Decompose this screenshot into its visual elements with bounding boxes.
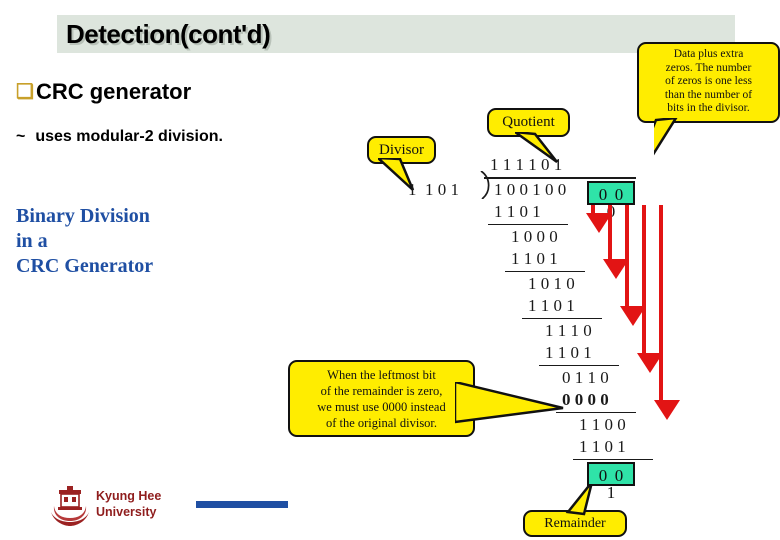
remainder-bit-2: 1 <box>606 483 616 502</box>
division-row: 1 1 0 1 <box>511 249 558 268</box>
division-dividend: 1 0 0 1 0 0 <box>494 180 567 199</box>
footer-organization: Kyung Hee University <box>96 489 162 519</box>
division-row: 1 1 0 1 <box>528 296 575 315</box>
division-row: 1 1 1 0 <box>545 321 592 340</box>
remainder-bit-0: 0 <box>598 466 608 485</box>
page-title: Detection(cont'd) <box>66 19 271 49</box>
figure-caption: Binary Division in a CRC Generator <box>16 205 154 277</box>
division-rule <box>573 459 653 461</box>
sub-bullet-text: uses modular-2 division. <box>35 128 223 145</box>
bring-down-arrow-5 <box>654 205 680 421</box>
division-bracket-icon <box>480 171 494 199</box>
division-row: 1 1 0 1 <box>494 202 541 221</box>
remainder-bit-1: 0 <box>614 466 624 485</box>
division-row: 0 1 1 0 <box>562 368 609 387</box>
division-rule <box>488 224 568 226</box>
division-row-zero-divisor: 0 0 0 0 <box>562 390 609 409</box>
appended-zeros-highlight: 000 <box>587 181 635 220</box>
footer-divider <box>196 501 288 508</box>
division-quotient: 1 1 1 1 0 1 <box>490 155 563 174</box>
division-rule <box>539 365 619 367</box>
division-row: 1 1 0 1 <box>579 437 626 456</box>
bullet-text: CRC generator <box>35 79 192 104</box>
division-row: 1 1 0 1 <box>545 343 592 362</box>
division-rule <box>522 318 602 320</box>
division-rule <box>556 412 636 414</box>
bullet-marker-icon: ❑ <box>16 81 34 103</box>
remainder-highlight: 0 01 <box>587 462 635 501</box>
division-row: 1 0 0 0 <box>511 227 558 246</box>
appended-zero-1: 0 <box>614 185 624 204</box>
division-vinculum <box>484 177 636 179</box>
university-crest-icon <box>48 486 92 528</box>
callout-data-plus-zeros: Data plus extra zeros. The number of zer… <box>637 42 780 123</box>
division-row: 1 0 1 0 <box>528 274 575 293</box>
bullet-crc-generator: ❑CRC generator <box>16 79 191 105</box>
sub-bullet-marker-icon: ~ <box>16 128 26 145</box>
appended-zero-0: 0 <box>598 185 608 204</box>
long-division-figure: 1 1 1 1 0 1 1 1 0 1 1 0 0 1 0 0 000 1 1 … <box>400 155 710 501</box>
division-divisor: 1 1 0 1 <box>408 180 459 199</box>
division-rule <box>505 271 585 273</box>
division-row: 1 1 0 0 <box>579 415 626 434</box>
bullet-modular-division: ~ uses modular-2 division. <box>16 128 223 146</box>
